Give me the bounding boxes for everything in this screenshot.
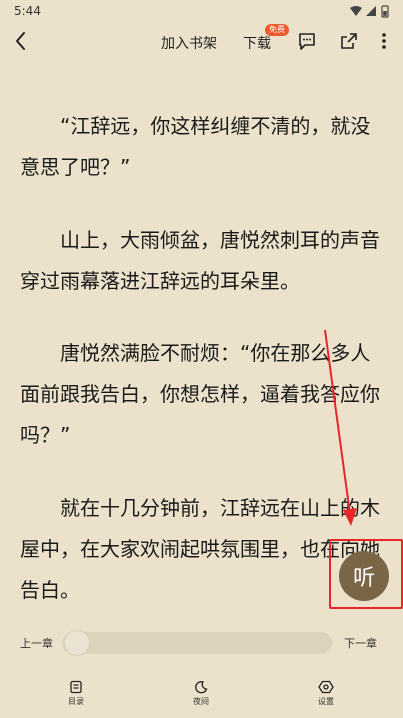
moon-icon (195, 681, 208, 694)
nav-settings[interactable]: 设置 (296, 672, 356, 718)
signal-icon (366, 6, 376, 16)
catalog-icon (70, 680, 82, 694)
status-bar: 5:44 (0, 0, 403, 24)
paragraph-3: 唐悦然满脸不耐烦：“你在那么多人面前跟我告白，你想怎样，逼着我答应你吗？” (20, 341, 380, 447)
nav-catalog-label: 目录 (68, 697, 84, 706)
chapter-navigation: 上一章 下一章 (0, 626, 403, 660)
nav-settings-label: 设置 (318, 697, 334, 706)
nav-catalog[interactable]: 目录 (46, 672, 106, 718)
prev-chapter-button[interactable]: 上一章 (20, 635, 53, 651)
status-icons (350, 5, 389, 18)
reader-content[interactable]: ▔▔▔ ▔▔▔ ▔▔▔▔▔▔ ▔▔▔ ▔▔ “江辞远，你这样纠缠不清的，就没意思… (0, 48, 403, 618)
next-chapter-button[interactable]: 下一章 (344, 635, 377, 651)
paragraph-2: 山上，大雨倾盆，唐悦然刺耳的声音穿过雨幕落进江辞远的耳朵里。 (20, 228, 380, 293)
paragraph-1: “江辞远，你这样纠缠不清的，就没意思了吧？” (20, 114, 371, 179)
nav-night-label: 夜间 (193, 697, 209, 706)
nav-night-mode[interactable]: 夜间 (171, 672, 231, 718)
clipped-text-line: ▔▔▔ ▔▔▔ ▔▔▔▔▔▔ ▔▔▔ ▔▔ (20, 48, 307, 58)
status-time: 5:44 (14, 4, 41, 18)
slider-thumb[interactable] (64, 630, 90, 656)
listen-button[interactable]: 听 (339, 551, 389, 601)
free-badge: 免费 (265, 24, 289, 36)
bottom-nav: 目录 夜间 设置 (0, 672, 403, 718)
wifi-icon (350, 6, 362, 16)
chapter-progress-slider[interactable] (62, 632, 332, 654)
settings-icon (318, 680, 334, 694)
